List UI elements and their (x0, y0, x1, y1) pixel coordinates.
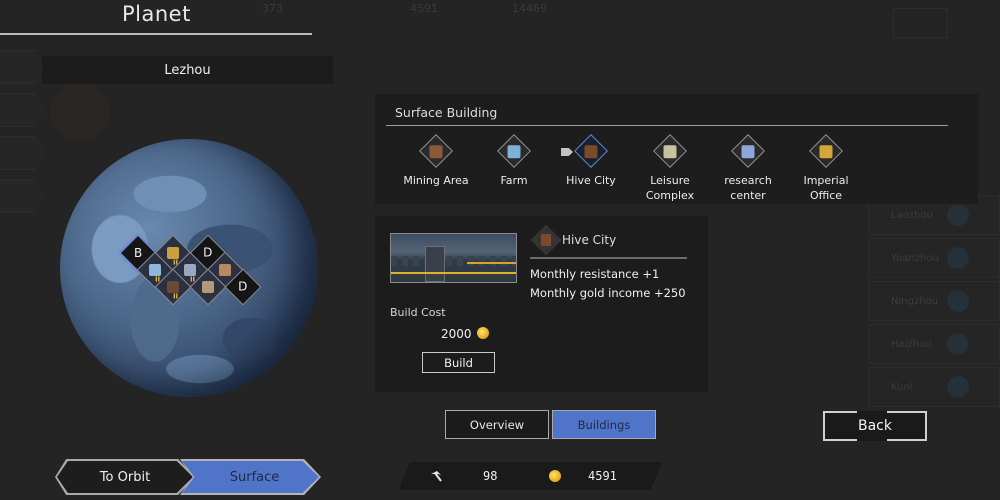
building-option-label: Mining Area (403, 174, 469, 187)
stat-gold-income: Monthly gold income +250 (530, 286, 686, 300)
panel-divider (386, 125, 948, 126)
building-option-mining-area[interactable]: Mining Area (396, 134, 476, 188)
pickaxe-icon (431, 471, 442, 482)
bg-side-tab (0, 93, 45, 127)
bg-value: 373 (262, 2, 283, 15)
farm-icon (149, 264, 161, 276)
research-center-icon (731, 134, 765, 168)
gold-coin-icon (476, 327, 489, 339)
building-option-label: research center (724, 174, 772, 202)
stat-resistance: Monthly resistance +1 (530, 267, 660, 281)
build-cost-value: 2000 (441, 327, 489, 341)
building-option-label: Farm (500, 174, 528, 187)
tab-overview[interactable]: Overview (445, 410, 549, 439)
farm-icon (497, 134, 531, 168)
background-planet-list: Laozhou Yuanzhou Ningzhou Haizhou Kunl (868, 195, 1000, 410)
to-orbit-button[interactable]: To Orbit (55, 459, 195, 495)
build-cost-amount: 2000 (441, 327, 472, 341)
building-name: Hive City (562, 233, 617, 247)
tab-buildings[interactable]: Buildings (552, 410, 656, 439)
bg-side-tab (0, 136, 45, 170)
tier-badge: II (172, 292, 179, 301)
building-preview-image (390, 233, 517, 283)
building-option-imperial-office[interactable]: Imperial Office (786, 134, 866, 203)
building-option-label: Imperial Office (803, 174, 849, 202)
hive-city-icon (167, 281, 179, 293)
build-cost-label: Build Cost (390, 306, 446, 319)
surface-button[interactable]: Surface (180, 459, 321, 495)
mining-area-icon (419, 134, 453, 168)
background-fleet (50, 82, 110, 142)
building-detail-panel: Hive City Monthly resistance +1 Monthly … (375, 216, 708, 392)
build-button[interactable]: Build (422, 352, 495, 373)
hive-city-icon (530, 224, 562, 256)
resource-gold: 4591 (522, 462, 662, 490)
surface-label: Surface (182, 461, 319, 493)
planet-name: Lezhou (42, 56, 333, 84)
surface-building-panel: Surface Building Mining Area Farm Hive Cit… (375, 94, 978, 204)
bg-side-tab (0, 179, 45, 213)
background-topbar: 373 4591 14469 (0, 0, 730, 30)
imperial-office-icon (167, 247, 179, 259)
bg-list-item: Ningzhou (868, 281, 1000, 321)
surface-building-title: Surface Building (395, 105, 498, 120)
slot-label: D (203, 246, 213, 260)
leisure-complex-icon (184, 264, 196, 276)
to-orbit-label: To Orbit (57, 461, 193, 493)
bg-list-item: Yuanzhou (868, 238, 1000, 278)
resource-production: 98 (399, 462, 534, 490)
building-option-hive-city[interactable]: Hive City (551, 134, 631, 188)
bg-value: 4591 (410, 2, 438, 15)
building-option-research-center[interactable]: research center (708, 134, 788, 203)
view-toggle: To Orbit Surface (55, 459, 321, 495)
hive-city-icon (574, 134, 608, 168)
bg-side-tab (0, 50, 45, 84)
building-option-farm[interactable]: Farm (474, 134, 554, 188)
bg-list-item: Haizhou (868, 324, 1000, 364)
gold-coin-icon (549, 470, 561, 482)
gold-value: 4591 (588, 469, 617, 483)
building-option-label: Leisure Complex (645, 174, 695, 202)
slot-label: D (238, 280, 248, 294)
imperial-office-icon (809, 134, 843, 168)
bg-value: 14469 (512, 2, 547, 15)
detail-divider (530, 257, 687, 259)
background-minimap (893, 8, 948, 38)
back-button[interactable]: Back (823, 411, 927, 441)
mining-area-icon (219, 264, 231, 276)
production-value: 98 (483, 469, 498, 483)
slot-label: B (133, 245, 143, 260)
title-divider (0, 33, 312, 35)
building-option-leisure-complex[interactable]: Leisure Complex (630, 134, 710, 203)
screen-title: Planet (122, 2, 191, 26)
leisure-complex-icon (653, 134, 687, 168)
building-option-label: Hive City (566, 174, 616, 187)
resource-bar: 98 4591 (399, 462, 662, 490)
background-sidebar (0, 50, 45, 222)
research-center-icon (202, 281, 214, 293)
bg-list-item: Kunl (868, 367, 1000, 407)
